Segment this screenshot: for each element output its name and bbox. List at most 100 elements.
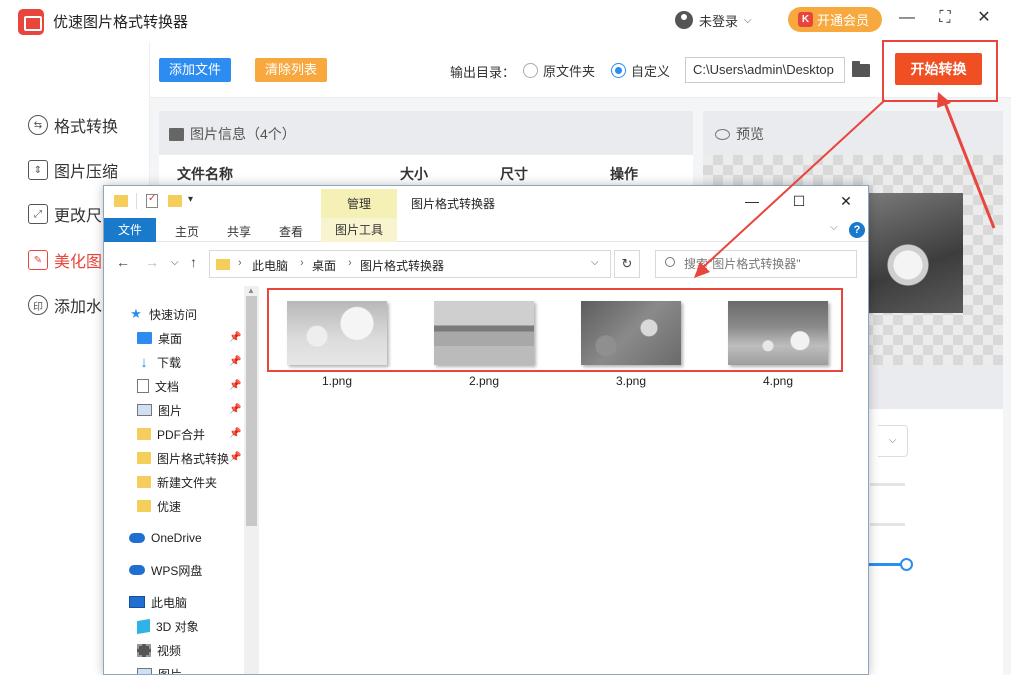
quick-access-folder-icon[interactable] — [114, 195, 128, 207]
nav-item-documents[interactable]: 文档 — [137, 375, 179, 397]
vip-button[interactable]: K 开通会员 — [788, 7, 882, 32]
nav-item-downloads[interactable]: ↓ 下载 — [137, 351, 181, 373]
resize-icon: ⤢ — [28, 204, 48, 224]
explorer-window-title: 图片格式转换器 — [411, 197, 496, 211]
new-folder-icon[interactable] — [168, 195, 182, 207]
nav-item-desktop[interactable]: 桌面 — [137, 327, 182, 349]
address-folder-icon — [216, 259, 230, 270]
preview-eye-icon — [715, 128, 730, 140]
breadcrumb-item[interactable]: 此电脑 — [252, 257, 288, 274]
file-explorer-window: ▾ 管理 图片格式转换器 — ☐ ✕ 文件 主页 共享 查看 图片工具 ⌵ ? … — [103, 185, 869, 675]
browse-folder-icon[interactable] — [852, 61, 870, 77]
tab-share[interactable]: 共享 — [227, 223, 251, 240]
breadcrumb-item[interactable]: 桌面 — [312, 257, 336, 274]
nav-item-3d-objects[interactable]: 3D 对象 — [137, 615, 199, 637]
nav-item-wps-cloud[interactable]: WPS网盘 — [129, 559, 202, 581]
breadcrumb-item[interactable]: 图片格式转换器 — [360, 257, 444, 274]
format-convert-icon: ⇆ — [28, 115, 48, 135]
document-icon — [137, 379, 149, 393]
slider-handle[interactable] — [900, 558, 913, 571]
nav-item-label: 3D 对象 — [156, 619, 199, 634]
back-arrow-icon[interactable]: ← — [116, 254, 130, 270]
quick-access-divider — [136, 193, 137, 209]
clear-list-button[interactable]: 清除列表 — [255, 58, 327, 82]
tab-view[interactable]: 查看 — [279, 223, 303, 240]
refresh-icon[interactable]: ↻ — [614, 250, 640, 278]
file-info-title: 图片信息（4个） — [169, 124, 296, 144]
star-icon: ★ — [130, 306, 142, 321]
nav-item-label: 文档 — [155, 379, 180, 394]
forward-arrow-icon[interactable]: → — [145, 254, 159, 270]
column-dimensions: 尺寸 — [500, 166, 528, 182]
user-login-menu[interactable]: 未登录 ⌵ — [675, 8, 752, 32]
nav-item-videos[interactable]: 视频 — [137, 639, 181, 661]
video-icon — [137, 643, 151, 657]
settings-select-chevron-icon[interactable]: ⌵ — [878, 425, 908, 457]
nav-item-pdf-merge[interactable]: PDF合并 — [137, 423, 205, 445]
user-avatar-icon — [675, 11, 693, 29]
radio-custom-folder[interactable]: 自定义 — [611, 61, 670, 80]
maximize-icon[interactable]: ⛶ — [934, 7, 956, 29]
explorer-titlebar: ▾ 管理 图片格式转换器 — ☐ ✕ — [104, 186, 868, 218]
vip-badge-icon: K — [798, 12, 813, 27]
download-icon: ↓ — [140, 353, 148, 371]
close-icon[interactable]: ✕ — [973, 7, 995, 29]
explorer-minimize-icon[interactable]: — — [742, 191, 762, 211]
sidebar-item-compress[interactable]: ⇕ 图片压缩 — [28, 158, 118, 182]
pin-icon: 📌 — [229, 452, 242, 463]
address-bar[interactable]: › 此电脑 › 桌面 › 图片格式转换器 ⌵ — [209, 250, 611, 278]
tab-picture-tools[interactable]: 图片工具 — [321, 218, 397, 242]
radio-label: 原文件夹 — [543, 64, 596, 79]
folder-icon — [137, 428, 151, 440]
pin-icon: 📌 — [229, 404, 242, 415]
sidebar-item-format-convert[interactable]: ⇆ 格式转换 — [28, 113, 118, 137]
tab-home[interactable]: 主页 — [175, 223, 199, 240]
nav-item-this-pc[interactable]: 此电脑 — [129, 591, 187, 613]
picture-icon — [137, 404, 152, 416]
customize-dropdown-icon[interactable]: ▾ — [188, 194, 193, 205]
file-name[interactable]: 4.png — [728, 374, 828, 388]
file-table-header: 文件名称 大小 尺寸 操作 — [159, 155, 693, 187]
pin-icon: 📌 — [229, 356, 242, 367]
up-arrow-icon[interactable]: ↑ — [190, 254, 197, 270]
add-file-button[interactable]: 添加文件 — [159, 58, 231, 82]
file-info-panel: 图片信息（4个） — [159, 111, 693, 155]
address-dropdown-icon[interactable]: ⌵ — [591, 257, 599, 268]
nav-item-pictures-pc[interactable]: 图片 — [137, 663, 182, 674]
tab-manage[interactable]: 管理 — [321, 189, 397, 218]
nav-item-image-converter[interactable]: 图片格式转换 — [137, 447, 229, 469]
help-icon[interactable]: ? — [849, 222, 865, 238]
nav-item-new-folder[interactable]: 新建文件夹 — [137, 471, 217, 493]
nav-item-pictures[interactable]: 图片 — [137, 399, 182, 421]
image-icon — [169, 127, 184, 141]
app-logo-icon — [18, 9, 44, 35]
file-name[interactable]: 2.png — [434, 374, 534, 388]
nav-pane-scroll-thumb[interactable] — [246, 296, 257, 526]
nav-item-quick-access[interactable]: ★ 快速访问 — [129, 303, 197, 325]
radio-original-folder[interactable]: 原文件夹 — [523, 61, 595, 80]
file-name[interactable]: 1.png — [287, 374, 387, 388]
nav-item-label: OneDrive — [151, 531, 202, 545]
explorer-maximize-icon[interactable]: ☐ — [789, 191, 809, 211]
nav-item-yousu[interactable]: 优速 — [137, 495, 181, 517]
tab-file[interactable]: 文件 — [104, 218, 156, 242]
search-icon — [665, 257, 675, 267]
minimize-icon[interactable]: — — [896, 7, 918, 29]
radio-icon — [523, 63, 538, 78]
file-name[interactable]: 3.png — [581, 374, 681, 388]
breadcrumb-separator-icon: › — [238, 257, 242, 269]
output-dir-label: 输出目录： — [450, 65, 516, 80]
scroll-up-icon[interactable]: ▲ — [247, 286, 255, 295]
search-placeholder: 搜索"图片格式转换器" — [684, 257, 801, 271]
compress-icon: ⇕ — [28, 160, 48, 180]
nav-item-onedrive[interactable]: OneDrive — [129, 527, 202, 549]
explorer-search-input[interactable]: 搜索"图片格式转换器" — [655, 250, 857, 278]
explorer-nav-pane: ★ 快速访问 桌面 📌 ↓ 下载 📌 文档 📌 图片 📌 PDF合并 📌 图片格… — [104, 286, 261, 674]
explorer-close-icon[interactable]: ✕ — [836, 191, 856, 211]
nav-item-label: WPS网盘 — [151, 563, 203, 578]
slider-track — [870, 523, 905, 526]
output-path-input[interactable]: C:\Users\admin\Desktop — [685, 57, 845, 83]
ribbon-collapse-icon[interactable]: ⌵ — [830, 222, 838, 233]
properties-check-icon[interactable] — [146, 193, 158, 208]
recent-dropdown-icon[interactable]: ⌵ — [171, 257, 179, 268]
